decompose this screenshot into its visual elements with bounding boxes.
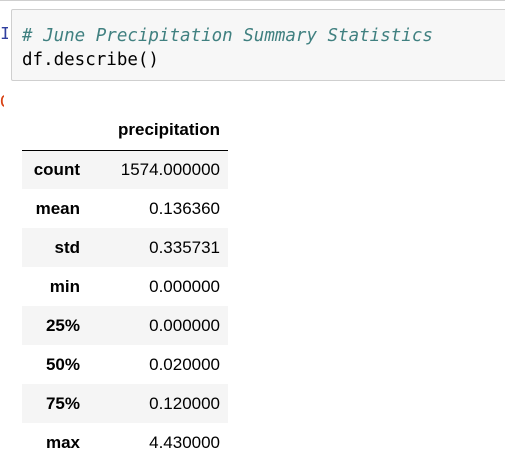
row-value: 0.136360 (149, 198, 221, 218)
row-label: mean (35, 198, 80, 218)
row-label: min (49, 276, 80, 296)
table-header-row: precipitation (22, 110, 229, 150)
row-value: 0.000000 (149, 315, 221, 335)
code-line: df.describe() (22, 50, 159, 70)
row-value: 0.335731 (149, 237, 221, 257)
column-header-precipitation: precipitation (118, 119, 221, 139)
table-row: 25% 0.000000 (22, 306, 229, 345)
row-label: count (33, 159, 80, 179)
row-value: 0.000000 (149, 276, 221, 296)
code-editor[interactable]: # June Precipitation Summary Statistics … (22, 24, 433, 72)
cell-divider (0, 0, 505, 1)
table-row: count 1574.000000 (22, 150, 229, 189)
row-value: 0.020000 (149, 354, 221, 374)
input-prompt: In [ (0, 25, 8, 45)
dataframe-table: precipitation count 1574.000000 mean 0.1… (22, 110, 229, 462)
code-comment: # June Precipitation Summary Statistics (22, 26, 433, 46)
row-label: max (45, 432, 80, 452)
row-value: 0.120000 (149, 393, 221, 413)
output-prompt: Out[ (0, 92, 4, 114)
table-row: 75% 0.120000 (22, 384, 229, 423)
index-header (22, 110, 100, 150)
table-row: max 4.430000 (22, 423, 228, 462)
table-row: min 0.000000 (22, 267, 228, 306)
row-value: 4.430000 (149, 432, 221, 452)
code-input-area[interactable]: # June Precipitation Summary Statistics … (11, 9, 505, 81)
row-label: 50% (45, 354, 80, 374)
row-label: 25% (45, 315, 80, 335)
row-value: 1574.000000 (120, 159, 221, 179)
row-label: 75% (45, 393, 80, 413)
table-row: 50% 0.020000 (22, 345, 228, 384)
row-label: std (54, 237, 81, 257)
table-row: mean 0.136360 (22, 189, 228, 228)
table-row: std 0.335731 (22, 228, 229, 267)
